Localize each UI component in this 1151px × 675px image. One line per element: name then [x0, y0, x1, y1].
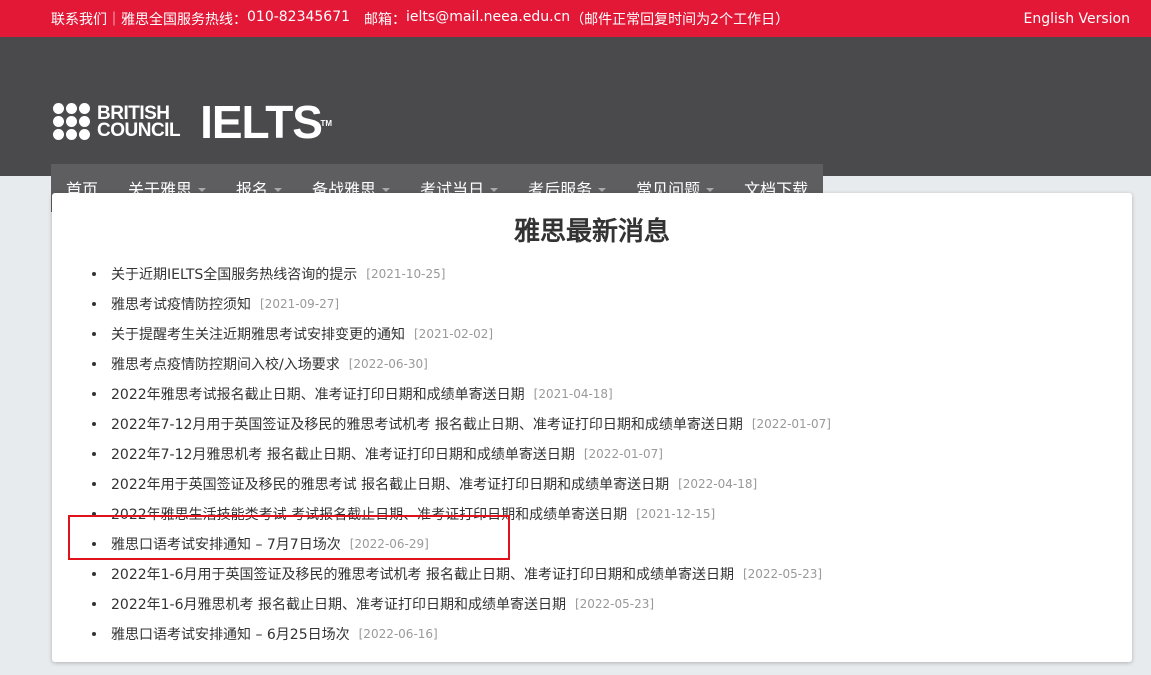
- news-date: [2022-05-23]: [574, 597, 655, 611]
- bullet-icon: [92, 512, 96, 516]
- contact-us-link[interactable]: 联系我们: [51, 9, 107, 29]
- bullet-icon: [92, 452, 96, 456]
- news-link[interactable]: 2022年1-6月用于英国签证及移民的雅思考试机考 报名截止日期、准考证打印日期…: [111, 564, 734, 584]
- caret-down-icon: [382, 188, 391, 192]
- news-date: [2022-06-30]: [348, 357, 428, 371]
- list-item: 雅思口语考试安排通知 – 6月25日场次 [2022-06-16]: [92, 619, 831, 649]
- top-bar: 联系我们 ｜ 雅思全国服务热线： 010-82345671 邮箱： ielts@…: [0, 0, 1151, 37]
- page-title: 雅思最新消息: [513, 217, 670, 247]
- news-link[interactable]: 雅思考点疫情防控期间入校/入场要求: [111, 354, 340, 374]
- email-address[interactable]: ielts@mail.neea.edu.cn: [406, 9, 570, 29]
- list-item: 关于提醒考生关注近期雅思考试安排变更的通知 [2021-02-02]: [92, 319, 831, 349]
- bullet-icon: [92, 422, 96, 426]
- british-council-logo[interactable]: BRITISH COUNCIL: [53, 103, 181, 141]
- news-link[interactable]: 雅思考试疫情防控须知: [111, 294, 251, 314]
- list-item: 2022年雅思生活技能类考试 考试报名截止日期、准考证打印日期和成绩单寄送日期 […: [92, 499, 831, 529]
- caret-down-icon: [598, 188, 607, 192]
- news-date: [2021-12-15]: [636, 507, 716, 521]
- list-item: 2022年用于英国签证及移民的雅思考试 报名截止日期、准考证打印日期和成绩单寄送…: [92, 469, 831, 499]
- list-item: 2022年雅思考试报名截止日期、准考证打印日期和成绩单寄送日期 [2021-04-…: [92, 379, 831, 409]
- list-item: 关于近期IELTS全国服务热线咨询的提示 [2021-10-25]: [92, 259, 831, 289]
- list-item: 2022年7-12月用于英国签证及移民的雅思考试机考 报名截止日期、准考证打印日…: [92, 409, 831, 439]
- news-link[interactable]: 雅思口语考试安排通知 – 7月7日场次: [111, 534, 341, 554]
- list-item: 雅思考试疫情防控须知 [2021-09-27]: [92, 289, 831, 319]
- news-date: [2021-04-18]: [533, 387, 613, 401]
- bullet-icon: [92, 362, 96, 366]
- caret-down-icon: [198, 188, 207, 192]
- news-date: [2022-05-23]: [742, 567, 823, 581]
- news-link[interactable]: 2022年雅思考试报名截止日期、准考证打印日期和成绩单寄送日期: [111, 384, 525, 404]
- news-link[interactable]: 2022年雅思生活技能类考试 考试报名截止日期、准考证打印日期和成绩单寄送日期: [111, 504, 627, 524]
- bullet-icon: [92, 632, 96, 636]
- site-header: BRITISH COUNCIL IELTS TM 首页 关于雅思 报名 备战雅思 考试当日…: [0, 37, 1151, 212]
- bullet-icon: [92, 542, 96, 546]
- news-date: [2022-06-29]: [349, 537, 429, 551]
- news-link[interactable]: 关于近期IELTS全国服务热线咨询的提示: [111, 264, 357, 284]
- bullet-icon: [92, 572, 96, 576]
- news-date: [2022-06-16]: [358, 627, 438, 641]
- caret-down-icon: [706, 188, 715, 192]
- bullet-icon: [92, 602, 96, 606]
- bullet-icon: [92, 332, 96, 336]
- british-council-wordmark: BRITISH COUNCIL: [97, 103, 181, 141]
- bullet-icon: [92, 272, 96, 276]
- logo-row: BRITISH COUNCIL IELTS TM: [53, 99, 332, 145]
- list-item: 雅思口语考试安排通知 – 7月7日场次 [2022-06-29]: [92, 529, 831, 559]
- news-link[interactable]: 2022年1-6月雅思机考 报名截止日期、准考证打印日期和成绩单寄送日期: [111, 594, 566, 614]
- list-item: 2022年1-6月用于英国签证及移民的雅思考试机考 报名截止日期、准考证打印日期…: [92, 559, 831, 589]
- email-label: 邮箱：: [364, 11, 407, 28]
- news-link[interactable]: 雅思口语考试安排通知 – 6月25日场次: [111, 624, 350, 644]
- trademark-mark: TM: [320, 119, 332, 128]
- ielts-logo[interactable]: IELTS TM: [200, 99, 332, 145]
- list-item: 2022年1-6月雅思机考 报名截止日期、准考证打印日期和成绩单寄送日期 [202…: [92, 589, 831, 619]
- news-panel: 雅思最新消息 关于近期IELTS全国服务热线咨询的提示 [2021-10-25] 雅…: [52, 193, 1132, 662]
- contact-info: 联系我们 ｜ 雅思全国服务热线： 010-82345671 邮箱： ielts@…: [51, 9, 789, 29]
- news-link[interactable]: 2022年7-12月用于英国签证及移民的雅思考试机考 报名截止日期、准考证打印日…: [111, 414, 743, 434]
- news-date: [2021-09-27]: [260, 297, 340, 311]
- list-item: 2022年7-12月雅思机考 报名截止日期、准考证打印日期和成绩单寄送日期 [20…: [92, 439, 831, 469]
- bullet-icon: [92, 482, 96, 486]
- english-version-link[interactable]: English Version: [1024, 11, 1130, 27]
- bullet-icon: [92, 302, 96, 306]
- news-date: [2021-10-25]: [366, 267, 446, 281]
- british-council-dots-icon: [53, 103, 91, 141]
- bullet-icon: [92, 392, 96, 396]
- news-date: [2022-01-07]: [583, 447, 663, 461]
- hotline-number: 010-82345671: [247, 8, 351, 25]
- separator: ｜: [107, 11, 121, 28]
- email-note: （邮件正常回复时间为2个工作日）: [570, 11, 790, 28]
- news-list: 关于近期IELTS全国服务热线咨询的提示 [2021-10-25] 雅思考试疫情防控…: [92, 259, 831, 649]
- news-date: [2022-01-07]: [751, 417, 831, 431]
- news-link[interactable]: 关于提醒考生关注近期雅思考试安排变更的通知: [111, 324, 405, 344]
- hotline-label: 雅思全国服务热线：: [121, 11, 247, 28]
- caret-down-icon: [274, 188, 283, 192]
- caret-down-icon: [490, 188, 499, 192]
- news-link[interactable]: 2022年用于英国签证及移民的雅思考试 报名截止日期、准考证打印日期和成绩单寄送…: [111, 474, 669, 494]
- news-date: [2021-02-02]: [414, 327, 494, 341]
- news-link[interactable]: 2022年7-12月雅思机考 报名截止日期、准考证打印日期和成绩单寄送日期: [111, 444, 575, 464]
- news-date: [2022-04-18]: [678, 477, 758, 491]
- list-item: 雅思考点疫情防控期间入校/入场要求 [2022-06-30]: [92, 349, 831, 379]
